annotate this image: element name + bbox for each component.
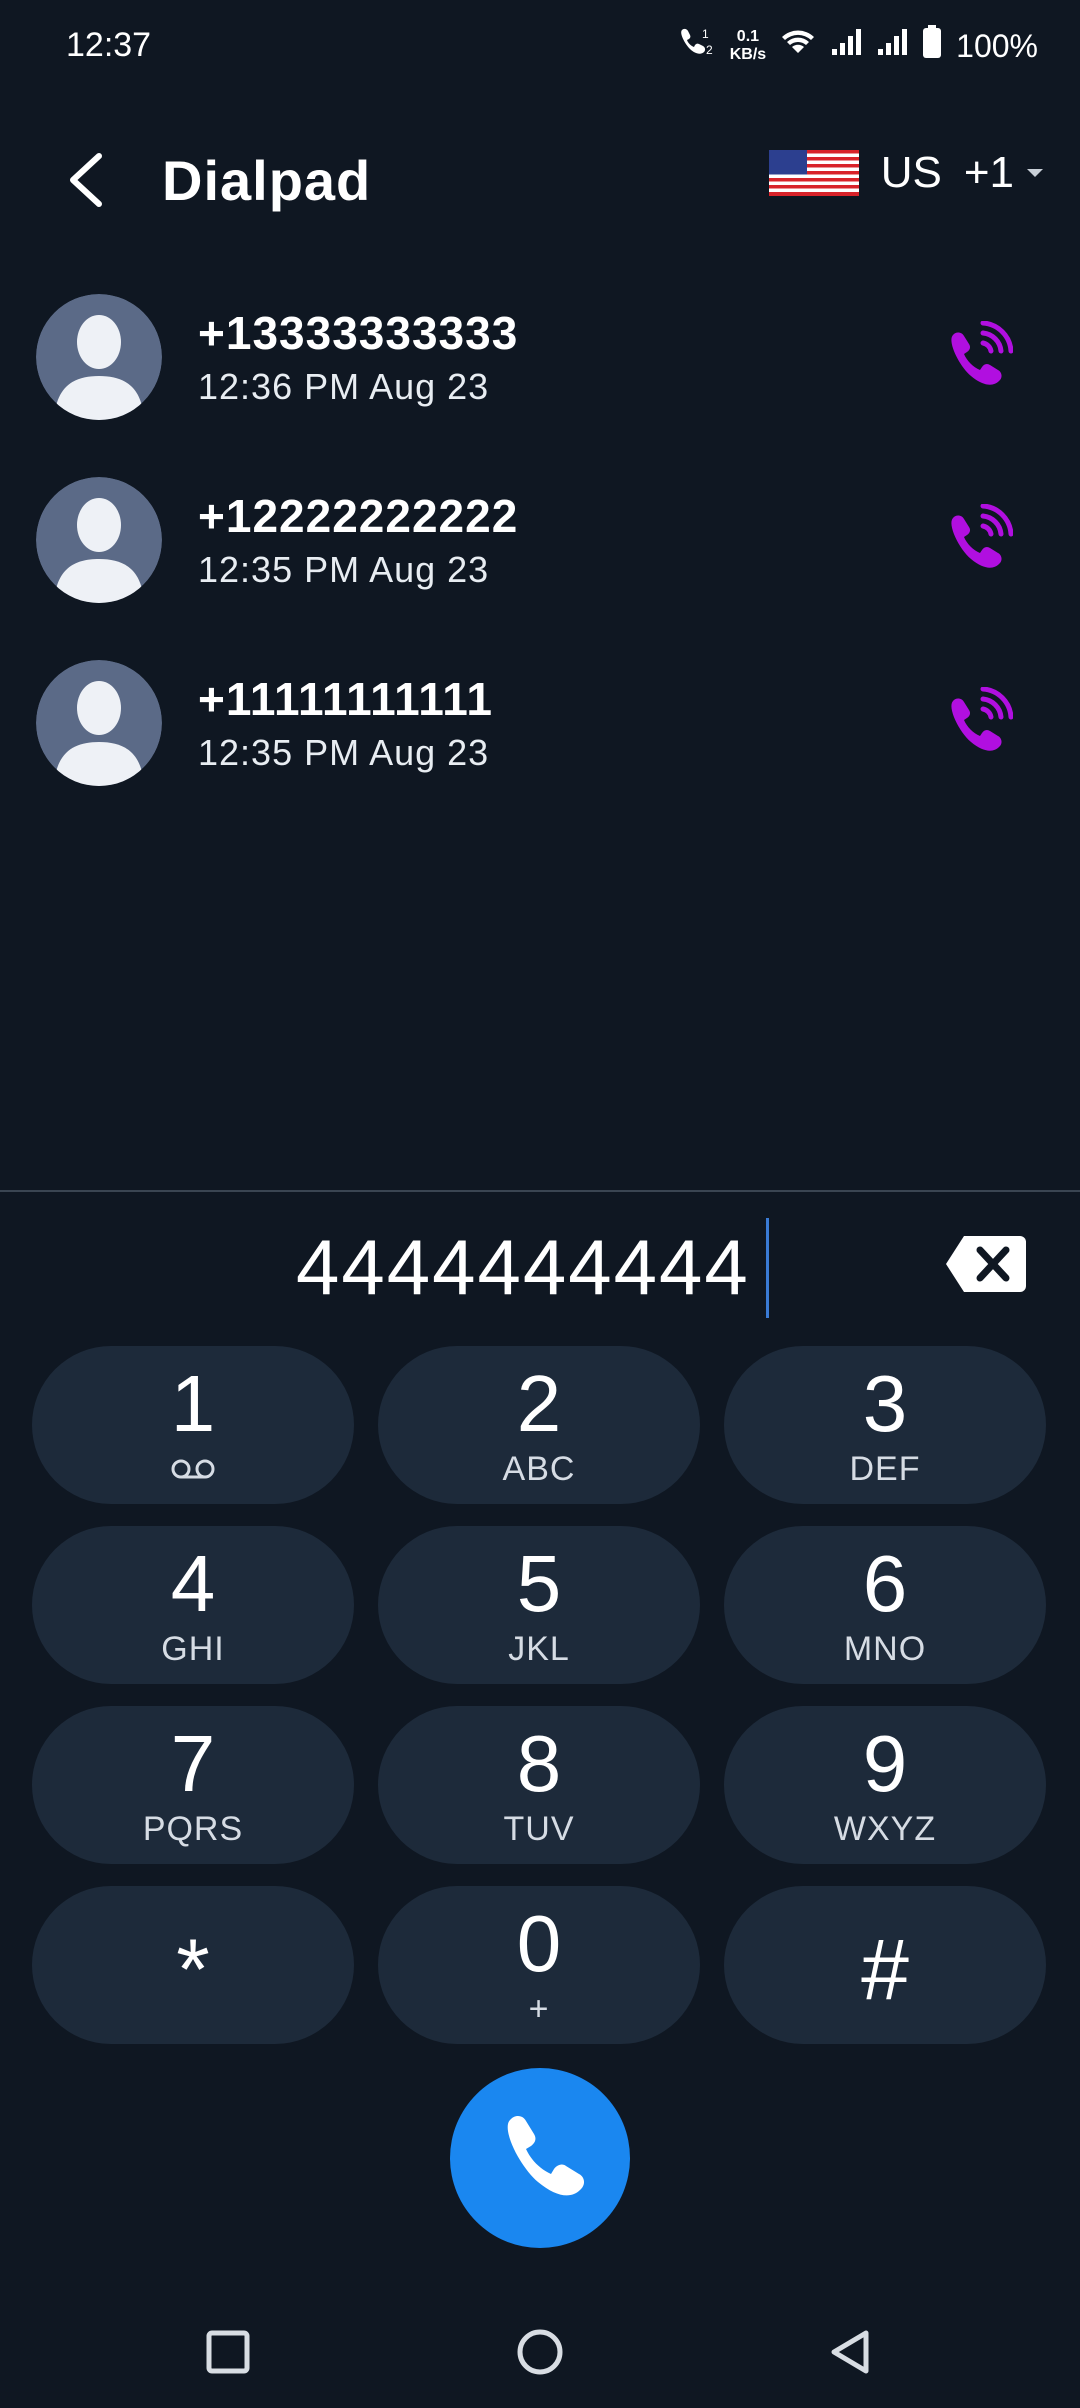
- back-arrow-icon: [70, 153, 102, 207]
- list-item[interactable]: +11111111111 12:35 PM Aug 23: [0, 646, 1080, 829]
- person-silhouette-icon: [36, 294, 162, 420]
- backspace-button[interactable]: [944, 1232, 1028, 1296]
- key-1[interactable]: 1: [32, 1346, 354, 1504]
- key-letters: DEF: [849, 1450, 921, 1488]
- net-speed: 0.1 KB/s: [730, 28, 766, 64]
- key-digit: 3: [862, 1359, 908, 1448]
- key-letters: ABC: [502, 1450, 576, 1488]
- svg-text:2: 2: [706, 43, 713, 57]
- call-back-button[interactable]: [938, 499, 1018, 579]
- page-title: Dialpad: [162, 149, 372, 212]
- key-star[interactable]: *: [32, 1886, 354, 2044]
- backspace-icon: [946, 1236, 1026, 1292]
- key-6[interactable]: 6 MNO: [724, 1526, 1046, 1684]
- key-4[interactable]: 4 GHI: [32, 1526, 354, 1684]
- voicemail-icon: [170, 1450, 216, 1488]
- system-nav-bar: [0, 2300, 1080, 2408]
- country-code: US: [880, 148, 942, 197]
- back-nav-button[interactable]: [810, 2320, 890, 2384]
- key-letters: MNO: [843, 1630, 927, 1668]
- phone-calling-icon: [951, 321, 1013, 385]
- key-2[interactable]: 2 ABC: [378, 1346, 700, 1504]
- phone-icon: [507, 2115, 585, 2196]
- key-digit: 5: [516, 1539, 562, 1628]
- dropdown-caret-icon: [1027, 169, 1043, 177]
- call-back-button[interactable]: [938, 682, 1018, 762]
- key-letters: PQRS: [142, 1810, 244, 1848]
- key-letters: WXYZ: [833, 1810, 937, 1848]
- key-digit: 4: [170, 1539, 216, 1628]
- recents-button[interactable]: [188, 2320, 268, 2384]
- text-cursor: [766, 1218, 769, 1318]
- call-back-button[interactable]: [938, 316, 1018, 396]
- key-digit: 2: [516, 1359, 562, 1448]
- person-silhouette-icon: [36, 660, 162, 786]
- key-digit: 0: [516, 1899, 562, 1988]
- key-8[interactable]: 8 TUV: [378, 1706, 700, 1864]
- key-digit: *: [176, 1922, 210, 2018]
- signal-icon: [830, 27, 862, 65]
- key-letters: JKL: [508, 1630, 570, 1668]
- status-time: 12:37: [66, 26, 152, 64]
- call-button[interactable]: [450, 2068, 630, 2248]
- net-speed-unit: KB/s: [729, 46, 767, 63]
- call-number: +12222222222: [198, 490, 519, 542]
- call-time: 12:36 PM Aug 23: [198, 366, 490, 407]
- recent-calls-list: +13333333333 12:36 PM Aug 23 +1222222222…: [0, 280, 1080, 829]
- key-letters: TUV: [503, 1810, 575, 1848]
- phone-calling-icon: [951, 504, 1013, 568]
- list-item[interactable]: +12222222222 12:35 PM Aug 23: [0, 463, 1080, 646]
- net-speed-value: 0.1: [736, 28, 760, 45]
- key-7[interactable]: 7 PQRS: [32, 1706, 354, 1864]
- wifi-calling-icon: 12: [676, 24, 716, 68]
- key-0[interactable]: 0 +: [378, 1886, 700, 2044]
- dial-prefix: +1: [963, 148, 1014, 197]
- us-flag-icon: [768, 150, 859, 196]
- status-icons: 12 0.1 KB/s 100%: [676, 24, 1038, 68]
- app-header: Dialpad US +1: [0, 120, 1080, 240]
- avatar: [36, 294, 162, 420]
- triangle-back-icon: [831, 2330, 869, 2374]
- country-selector[interactable]: US +1: [768, 148, 1044, 198]
- dialpad-screen: 12:37 12 0.1 KB/s 100% Dialpad US +1 +13…: [0, 0, 1080, 2408]
- key-digit: 9: [862, 1719, 908, 1808]
- key-digit: #: [861, 1922, 909, 2018]
- key-5[interactable]: 5 JKL: [378, 1526, 700, 1684]
- person-silhouette-icon: [36, 477, 162, 603]
- avatar: [36, 660, 162, 786]
- home-button[interactable]: [500, 2320, 580, 2384]
- wifi-icon: [780, 27, 816, 65]
- call-time: 12:35 PM Aug 23: [198, 549, 490, 590]
- svg-text:1: 1: [702, 27, 709, 41]
- list-item[interactable]: +13333333333 12:36 PM Aug 23: [0, 280, 1080, 463]
- key-digit: 1: [170, 1359, 216, 1448]
- dialed-number[interactable]: 4444444444: [296, 1222, 750, 1313]
- avatar: [36, 477, 162, 603]
- key-9[interactable]: 9 WXYZ: [724, 1706, 1046, 1864]
- call-time: 12:35 PM Aug 23: [198, 732, 490, 773]
- key-3[interactable]: 3 DEF: [724, 1346, 1046, 1504]
- key-digit: 7: [170, 1719, 216, 1808]
- battery-percent: 100%: [956, 27, 1038, 64]
- key-hash[interactable]: #: [724, 1886, 1046, 2044]
- key-digit: 6: [862, 1539, 908, 1628]
- divider: [0, 1190, 1080, 1192]
- key-letters: +: [528, 1990, 550, 2028]
- phone-calling-icon: [951, 687, 1013, 751]
- square-icon: [206, 2330, 250, 2374]
- number-input[interactable]: 4444444444: [0, 1218, 1080, 1328]
- battery-icon: [922, 25, 942, 67]
- signal-icon-2: [876, 27, 908, 65]
- key-letters: GHI: [161, 1630, 225, 1668]
- back-button[interactable]: [50, 140, 120, 220]
- key-digit: 8: [516, 1719, 562, 1808]
- circle-icon: [517, 2329, 563, 2375]
- call-number: +11111111111: [198, 673, 493, 725]
- call-number: +13333333333: [198, 307, 519, 359]
- status-bar: 12:37 12 0.1 KB/s 100%: [0, 0, 1080, 90]
